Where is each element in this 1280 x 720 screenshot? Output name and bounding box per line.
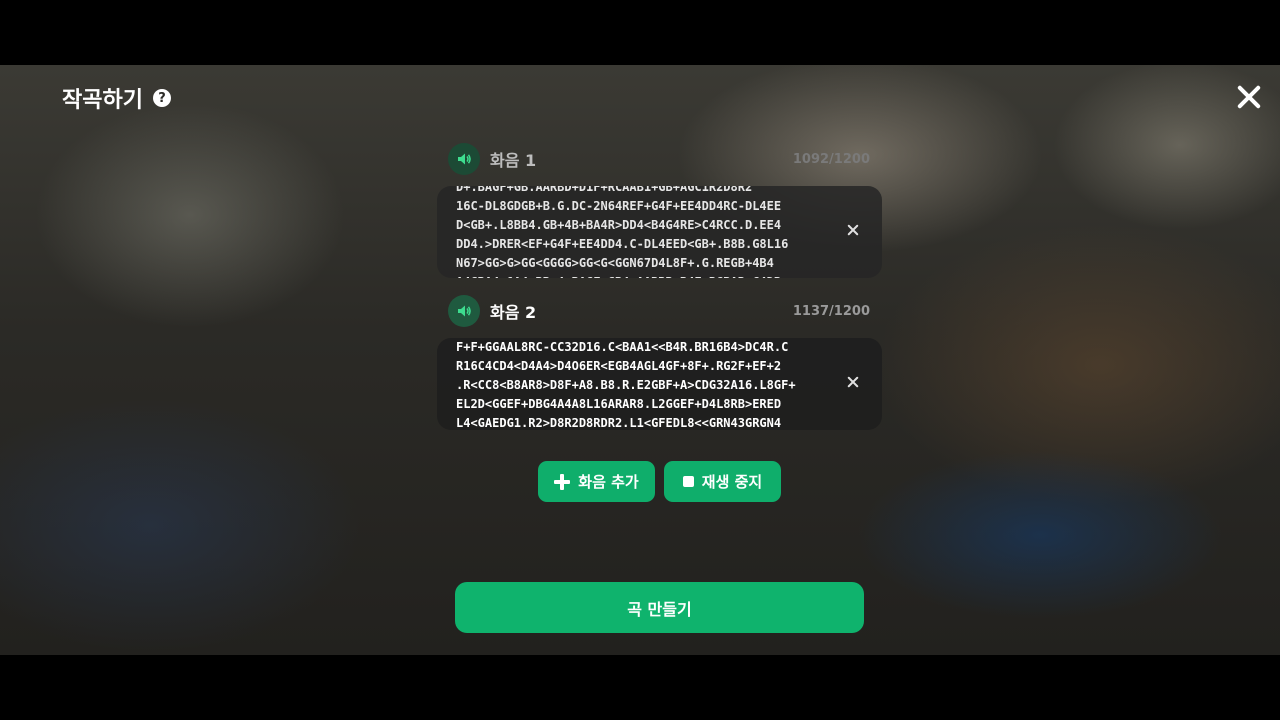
speaker-icon[interactable] — [448, 295, 480, 327]
stop-play-button[interactable]: 재생 중지 — [664, 461, 781, 502]
letterbox-top — [0, 0, 1280, 65]
page-title-text: 작곡하기 — [62, 88, 143, 113]
make-song-label: 곡 만들기 — [627, 599, 692, 619]
track-notes-text[interactable]: D+.BAGF+GB.AARBD+D1F+RCAAB1+GB+AGC1R2D8R… — [456, 186, 836, 278]
speaker-icon[interactable] — [448, 143, 480, 175]
stop-play-label: 재생 중지 — [701, 473, 763, 491]
remove-icon[interactable] — [846, 375, 860, 389]
track-header-2: 화음 2 1137/1200 — [448, 295, 870, 327]
track-char-count: 1137/1200 — [792, 303, 870, 319]
track-notes-box-1[interactable]: D+.BAGF+GB.AARBD+D1F+RCAAB1+GB+AGC1R2D8R… — [437, 186, 882, 278]
make-song-button[interactable]: 곡 만들기 — [455, 582, 864, 633]
track-name: 화음 2 — [490, 303, 537, 322]
track-notes-text[interactable]: F+F+GGAAL8RC-CC32D16.C<BAA1<<B4R.BR16B4>… — [456, 338, 836, 430]
add-chord-label: 화음 추가 — [578, 473, 639, 491]
track-char-count: 1092/1200 — [792, 151, 870, 167]
close-icon[interactable] — [1232, 80, 1266, 114]
track-notes-box-2[interactable]: F+F+GGAAL8RC-CC32D16.C<BAA1<<B4R.BR16B4>… — [437, 338, 882, 430]
track-header-1: 화음 1 1092/1200 — [448, 143, 870, 175]
remove-icon[interactable] — [846, 223, 860, 237]
stop-icon — [682, 476, 694, 487]
add-chord-button[interactable]: 화음 추가 — [538, 461, 655, 502]
letterbox-bottom — [0, 655, 1280, 720]
track-name: 화음 1 — [490, 151, 537, 170]
page-title: 작곡하기 ? — [62, 82, 171, 114]
plus-icon — [554, 473, 571, 490]
help-icon[interactable]: ? — [152, 89, 171, 107]
